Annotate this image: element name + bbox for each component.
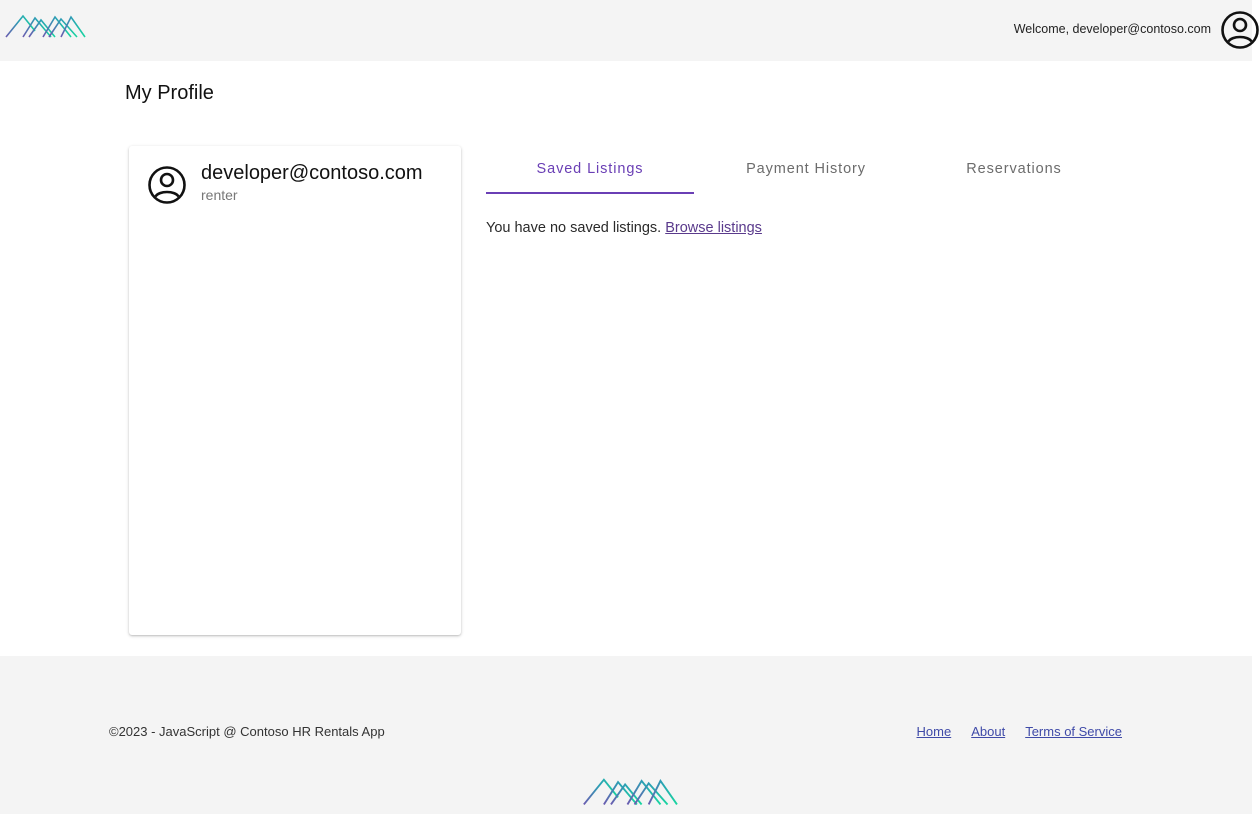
saved-listings-empty-state: You have no saved listings. Browse listi… [486, 220, 762, 236]
profile-card: developer@contoso.com renter [129, 146, 461, 635]
user-circle-icon [148, 166, 186, 204]
tab-payment-history[interactable]: Payment History [702, 148, 910, 194]
profile-email: developer@contoso.com [201, 162, 423, 184]
profile-role: renter [201, 187, 238, 203]
footer-link-about[interactable]: About [971, 724, 1005, 739]
user-circle-icon[interactable] [1220, 10, 1259, 50]
footer-link-terms[interactable]: Terms of Service [1025, 724, 1122, 739]
active-tab-indicator [486, 192, 694, 194]
footer-links: Home About Terms of Service [917, 724, 1122, 739]
copyright-text: ©2023 - JavaScript @ Contoso HR Rentals … [109, 724, 385, 739]
top-bar: Welcome, developer@contoso.com [0, 0, 1259, 61]
tab-saved-listings[interactable]: Saved Listings [486, 148, 694, 194]
browse-listings-link[interactable]: Browse listings [665, 220, 762, 236]
footer-link-home[interactable]: Home [917, 724, 952, 739]
profile-tabs: Saved Listings Payment History Reservati… [486, 148, 1110, 194]
footer: ©2023 - JavaScript @ Contoso HR Rentals … [0, 656, 1252, 814]
tab-reservations[interactable]: Reservations [910, 148, 1118, 194]
welcome-text: Welcome, developer@contoso.com [1013, 22, 1211, 36]
mountains-logo-icon[interactable] [5, 12, 87, 40]
page-title: My Profile [125, 82, 214, 104]
mountains-logo-icon [583, 778, 678, 806]
empty-message: You have no saved listings. [486, 220, 662, 236]
